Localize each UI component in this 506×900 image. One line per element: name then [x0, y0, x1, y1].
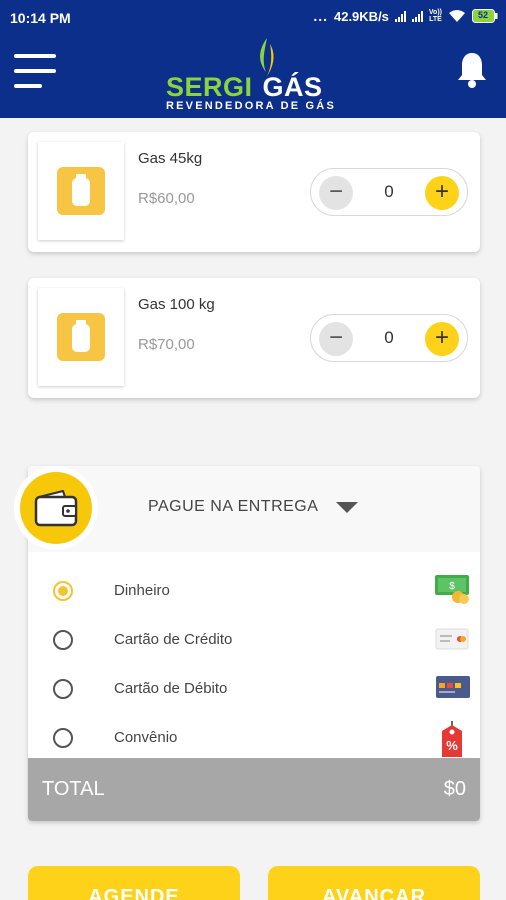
- quantity-stepper: − 0 +: [310, 314, 468, 362]
- next-button[interactable]: AVANÇAR: [268, 866, 480, 900]
- schedule-button[interactable]: AGENDE: [28, 866, 240, 900]
- product-name: Gas 45kg: [138, 150, 203, 167]
- logo-subtitle: REVENDEDORA DE GÁS: [166, 100, 336, 112]
- decrease-button[interactable]: −: [319, 176, 353, 210]
- status-more-dots: ...: [313, 8, 328, 24]
- radio-button[interactable]: [53, 630, 73, 650]
- product-image: [38, 142, 124, 240]
- status-time: 10:14 PM: [10, 10, 71, 26]
- debit-card-icon: [434, 670, 472, 709]
- payment-option-convenio[interactable]: Convênio %: [28, 719, 480, 759]
- battery-level: 52: [477, 10, 488, 20]
- product-price: R$70,00: [138, 336, 195, 353]
- wallet-badge: [14, 466, 98, 550]
- cash-icon: $: [434, 572, 472, 611]
- bell-icon[interactable]: [456, 50, 488, 95]
- app-bar: SERGI GÁS REVENDEDORA DE GÁS: [0, 36, 506, 118]
- quantity-value: 0: [384, 328, 394, 347]
- quantity-stepper: − 0 +: [310, 168, 468, 216]
- credit-card-icon: [434, 621, 472, 660]
- product-price: R$60,00: [138, 190, 195, 207]
- hamburger-menu-icon[interactable]: [14, 54, 58, 88]
- app-logo: SERGI GÁS REVENDEDORA DE GÁS: [164, 36, 344, 118]
- payment-option-label: Dinheiro: [114, 582, 170, 599]
- decrease-button[interactable]: −: [319, 322, 353, 356]
- gas-cylinder-icon: [57, 167, 105, 215]
- product-card: Gas 100 kg R$70,00 − 0 +: [28, 278, 480, 398]
- signal-icon-2: [411, 10, 423, 22]
- gas-cylinder-icon: [57, 313, 105, 361]
- increase-button[interactable]: +: [425, 322, 459, 356]
- status-bar: 10:14 PM ... 42.9KB/s Vo)) LTE 52: [0, 0, 506, 36]
- volte-icon: Vo)) LTE: [428, 9, 442, 23]
- product-image: [38, 288, 124, 386]
- payment-option-debito[interactable]: Cartão de Débito: [28, 670, 480, 710]
- quantity-value: 0: [384, 182, 394, 201]
- total-value: $0: [443, 778, 466, 800]
- product-card: Gas 45kg R$60,00 − 0 +: [28, 132, 480, 252]
- wifi-icon: [448, 9, 466, 23]
- network-speed: 42.9KB/s: [333, 8, 389, 24]
- increase-button[interactable]: +: [425, 176, 459, 210]
- svg-text:%: %: [446, 738, 458, 753]
- radio-button[interactable]: [53, 679, 73, 699]
- payment-option-label: Cartão de Crédito: [114, 631, 233, 648]
- total-bar: TOTAL $0: [28, 758, 480, 821]
- payment-option-credito[interactable]: Cartão de Crédito: [28, 621, 480, 661]
- payment-method-dropdown[interactable]: PAGUE NA ENTREGA: [148, 498, 318, 516]
- battery-icon: 52: [472, 9, 498, 23]
- chevron-down-icon[interactable]: [336, 502, 358, 513]
- product-name: Gas 100 kg: [138, 296, 215, 313]
- total-label: TOTAL: [42, 778, 105, 800]
- wallet-icon: [34, 490, 78, 527]
- payment-option-label: Cartão de Débito: [114, 680, 228, 697]
- signal-icon: [394, 10, 406, 22]
- radio-button[interactable]: [53, 581, 73, 601]
- radio-button[interactable]: [53, 728, 73, 748]
- svg-text:$: $: [449, 581, 455, 592]
- payment-option-label: Convênio: [114, 729, 178, 746]
- payment-option-dinheiro[interactable]: Dinheiro $: [28, 572, 480, 612]
